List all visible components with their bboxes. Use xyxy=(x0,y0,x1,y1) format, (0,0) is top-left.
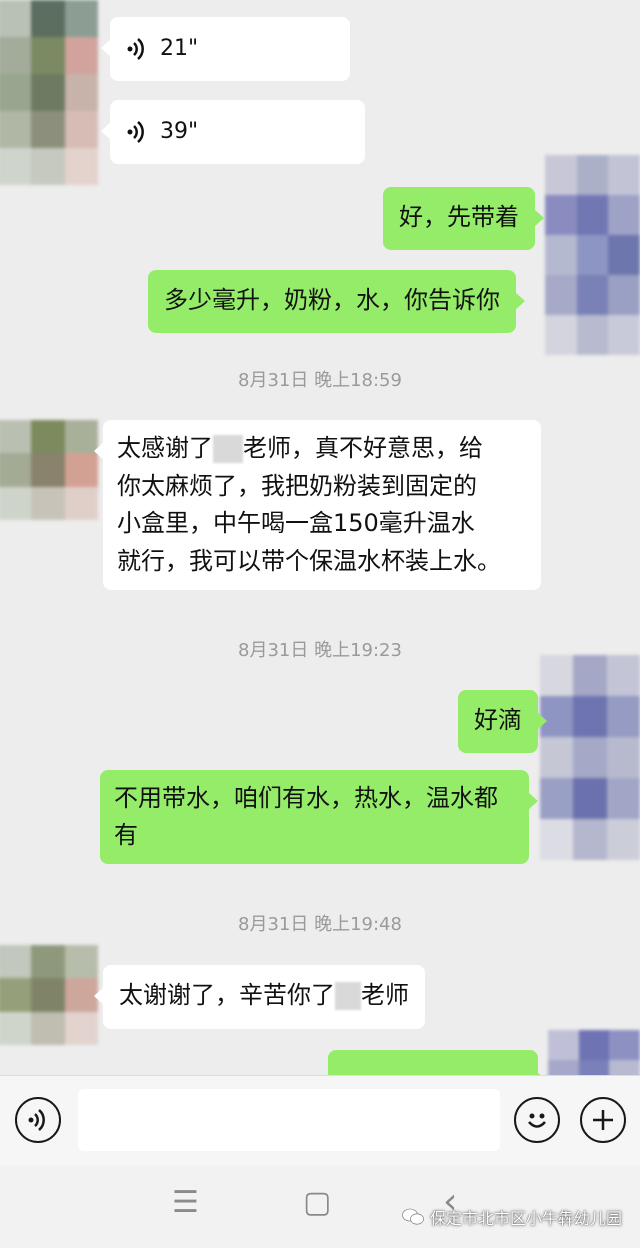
message-line: 太感谢了 老师，真不好意思，给 xyxy=(117,434,483,463)
home-icon[interactable]: ▢ xyxy=(303,1185,331,1220)
text-message[interactable]: 多少毫升，奶粉，水，你告诉你 xyxy=(148,270,525,333)
message-line: 就行，我可以带个保温水杯装上水。 xyxy=(117,546,501,575)
voice-duration: 39" xyxy=(160,119,199,144)
plus-button[interactable] xyxy=(580,1097,626,1143)
message-line: 不用带水，咱们有水，热水，温水都 xyxy=(114,784,498,812)
voice-input-button[interactable] xyxy=(15,1097,61,1143)
input-bar xyxy=(0,1075,640,1165)
voice-duration: 21" xyxy=(160,36,199,61)
timestamp: 8月31日 晚上19:48 xyxy=(238,914,402,935)
text-message[interactable] xyxy=(328,1050,547,1075)
text-message[interactable]: 太感谢了 老师，真不好意思，给 你太麻烦了，我把奶粉装到固定的 小盒里，中午喝一盒… xyxy=(94,420,541,590)
message-text: 好，先带着 xyxy=(399,203,519,231)
message-line: 有 xyxy=(114,821,138,849)
text-message[interactable]: 好，先带着 xyxy=(383,187,544,250)
message-text: 多少毫升，奶粉，水，你告诉你 xyxy=(164,286,500,314)
contact-avatar[interactable] xyxy=(0,0,98,185)
plus-icon xyxy=(593,1110,613,1130)
self-avatar[interactable] xyxy=(548,1030,640,1075)
voice-input-icon xyxy=(28,1109,45,1131)
contact-avatar[interactable] xyxy=(0,420,98,520)
message-input[interactable] xyxy=(78,1089,500,1151)
message-line: 小盒里，中午喝一盒150毫升温水 xyxy=(117,509,475,537)
message-text: 太谢谢了，辛苦你了 xyxy=(119,981,335,1009)
emoji-icon xyxy=(528,1113,546,1128)
message-line: 你太麻烦了，我把奶粉装到固定的 xyxy=(117,471,477,500)
voice-message[interactable]: 39" xyxy=(101,100,365,164)
self-avatar[interactable] xyxy=(545,155,640,355)
timestamp: 8月31日 晚上18:59 xyxy=(238,370,402,391)
text-message[interactable]: 太谢谢了，辛苦你了 老师 xyxy=(94,965,425,1029)
contact-avatar[interactable] xyxy=(0,945,98,1045)
voice-wave-icon xyxy=(127,121,144,143)
watermark: 保定市北市区小牛犇幼儿园 xyxy=(402,1205,622,1229)
text-message[interactable]: 不用带水，咱们有水，热水，温水都 有 xyxy=(100,770,538,864)
watermark-text: 保定市北市区小牛犇幼儿园 xyxy=(429,1209,622,1228)
text-message[interactable]: 好滴 xyxy=(458,690,547,753)
message-text: 好滴 xyxy=(474,706,522,734)
voice-wave-icon xyxy=(127,38,144,60)
redacted-name xyxy=(335,982,361,1010)
emoji-button[interactable] xyxy=(514,1097,560,1143)
chat-area[interactable]: 21" 39" 好，先带着 多少毫升，奶粉，水，你告诉你 8月31日 晚上18:… xyxy=(0,0,640,1075)
message-text: 老师 xyxy=(361,981,409,1009)
menu-icon[interactable]: ☰ xyxy=(172,1185,199,1220)
wechat-logo-icon xyxy=(402,1208,424,1225)
voice-message[interactable]: 21" xyxy=(101,17,350,81)
redacted-name xyxy=(213,435,243,463)
self-avatar[interactable] xyxy=(540,655,640,860)
